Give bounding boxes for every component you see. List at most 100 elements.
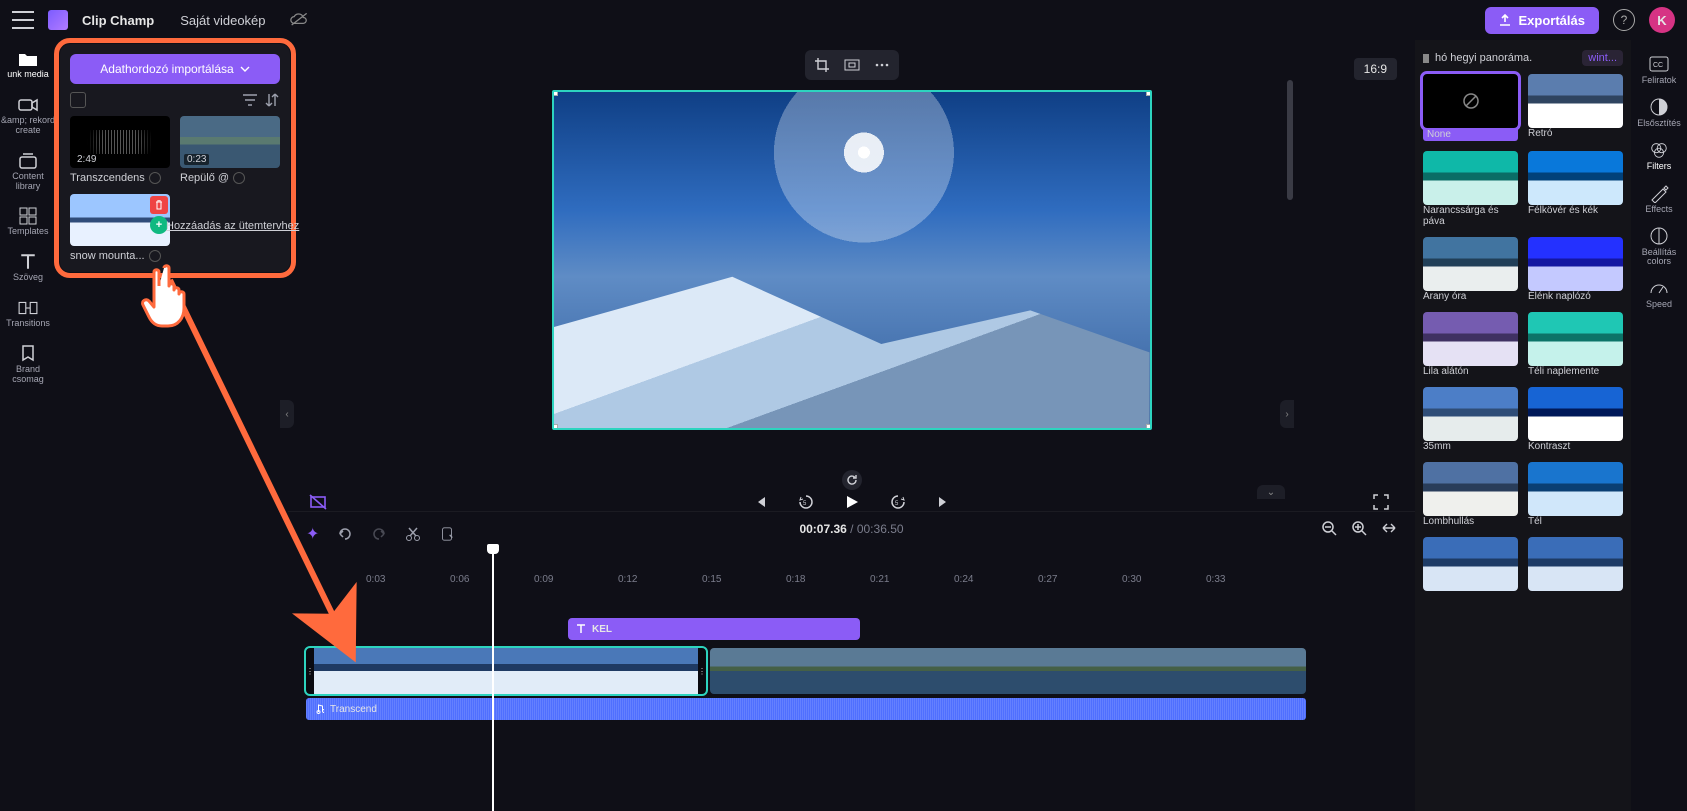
refresh-button[interactable] bbox=[842, 470, 862, 490]
clip-thumbnail[interactable]: 2:49 bbox=[70, 116, 170, 168]
filter-label: Retró bbox=[1528, 128, 1623, 139]
scrollbar-thumb[interactable] bbox=[1287, 80, 1293, 200]
filter-thumbnail bbox=[1528, 462, 1623, 516]
time-ruler[interactable]: 0:030:060:090:120:150:180:210:240:270:30… bbox=[306, 574, 1397, 594]
filter-thumbnail bbox=[1528, 237, 1623, 291]
music-note-icon bbox=[314, 704, 324, 714]
undo-button[interactable] bbox=[337, 526, 353, 542]
user-avatar[interactable]: K bbox=[1649, 7, 1675, 33]
brand-icon bbox=[18, 345, 38, 363]
filter-item[interactable]: Tél bbox=[1528, 462, 1623, 527]
audio-clip[interactable]: Transcend bbox=[306, 698, 1306, 720]
aspect-ratio-toggle[interactable]: 16:9 bbox=[1354, 58, 1397, 80]
zoom-out-button[interactable] bbox=[1321, 520, 1337, 536]
resize-handle[interactable] bbox=[552, 90, 558, 96]
transition-icon bbox=[18, 299, 38, 317]
nav-record[interactable]: &amp; rekord create bbox=[0, 92, 56, 140]
clip-thumbnail[interactable]: 0:23 bbox=[180, 116, 280, 168]
filter-item[interactable]: 35mm bbox=[1423, 387, 1518, 452]
nav-templates[interactable]: Templates bbox=[0, 203, 56, 241]
ai-sparkle-icon[interactable]: ✦ bbox=[306, 524, 319, 544]
collapse-media-panel[interactable]: ‹ bbox=[280, 400, 294, 428]
nav-library[interactable]: Content library bbox=[0, 148, 56, 196]
filter-icon[interactable] bbox=[242, 92, 258, 108]
select-all-checkbox[interactable] bbox=[70, 92, 86, 108]
left-toolbar: unk media &amp; rekord create Content li… bbox=[0, 40, 56, 811]
more-button[interactable] bbox=[869, 54, 895, 76]
filter-item[interactable]: Retró bbox=[1528, 74, 1623, 141]
ruler-tick: 0:24 bbox=[954, 574, 1038, 594]
clip-duration: 0:23 bbox=[184, 154, 209, 165]
media-clip[interactable]: +snow mounta... bbox=[70, 194, 170, 262]
media-clip[interactable]: 2:49Transzcendens bbox=[70, 116, 170, 184]
status-indicator bbox=[149, 250, 161, 262]
filter-item[interactable]: Élénk naplózó bbox=[1528, 237, 1623, 302]
clip-thumbnail[interactable]: + bbox=[70, 194, 170, 246]
clip-handle-right[interactable]: ⋮ bbox=[698, 648, 706, 694]
add-to-timeline-tooltip: Hozzáadás az ütemtervhez bbox=[166, 220, 299, 232]
tab-effects[interactable]: Effects bbox=[1631, 183, 1687, 214]
resize-handle[interactable] bbox=[1146, 90, 1152, 96]
filter-item[interactable] bbox=[1423, 537, 1518, 591]
filter-item[interactable]: Narancssárga és páva bbox=[1423, 151, 1518, 227]
nav-text[interactable]: Szöveg bbox=[0, 249, 56, 287]
filter-item[interactable] bbox=[1528, 537, 1623, 591]
export-button[interactable]: Exportálás bbox=[1485, 7, 1599, 34]
playhead[interactable] bbox=[492, 550, 494, 811]
filter-thumbnail bbox=[1423, 387, 1518, 441]
resize-handle[interactable] bbox=[1146, 424, 1152, 430]
filter-item[interactable]: Lombhullás bbox=[1423, 462, 1518, 527]
tab-adjust[interactable]: Beállítás colors bbox=[1631, 226, 1687, 266]
filter-thumbnail bbox=[1528, 537, 1623, 591]
nav-brand[interactable]: Brand csomag bbox=[0, 341, 56, 389]
filter-item[interactable]: Téli naplemente bbox=[1528, 312, 1623, 377]
text-clip[interactable]: KEL bbox=[568, 618, 860, 640]
ruler-tick: 0:33 bbox=[1206, 574, 1290, 594]
paste-button[interactable] bbox=[439, 526, 455, 542]
time-display: 00:07.36 / 00:36.50 bbox=[799, 522, 903, 536]
sort-icon[interactable] bbox=[264, 92, 280, 108]
tab-filters[interactable]: Filters bbox=[1631, 140, 1687, 171]
ruler-tick: 0:30 bbox=[1122, 574, 1206, 594]
clip-handle-left[interactable]: ⋮ bbox=[306, 648, 314, 694]
collapse-timeline[interactable]: ⌄ bbox=[1257, 485, 1285, 499]
import-media-button[interactable]: Adathordozó importálása bbox=[70, 54, 280, 84]
menu-icon[interactable] bbox=[12, 11, 34, 29]
nav-media[interactable]: unk media bbox=[0, 46, 56, 84]
filter-label: Tél bbox=[1528, 516, 1623, 527]
help-button[interactable]: ? bbox=[1613, 9, 1635, 31]
media-clip[interactable]: 0:23Repülő @ bbox=[180, 116, 280, 184]
filter-label: Kontraszt bbox=[1528, 441, 1623, 452]
cloud-off-icon bbox=[290, 13, 310, 27]
redo-button[interactable] bbox=[371, 526, 387, 542]
project-chip[interactable]: wint... bbox=[1582, 50, 1623, 66]
filter-item[interactable]: None bbox=[1423, 74, 1518, 141]
project-name[interactable]: Saját videokép bbox=[180, 13, 265, 28]
zoom-in-button[interactable] bbox=[1351, 520, 1367, 536]
status-indicator bbox=[149, 172, 161, 184]
crop-button[interactable] bbox=[809, 54, 835, 76]
tab-speed[interactable]: Speed bbox=[1631, 278, 1687, 309]
fit-button[interactable] bbox=[839, 54, 865, 76]
timeline: ✦ 00:07.36 / 00:36.50 0:030:060:090:120:… bbox=[288, 511, 1415, 811]
media-panel: Adathordozó importálása 2:49Transzcenden… bbox=[60, 44, 290, 272]
filter-thumbnail bbox=[1528, 74, 1623, 128]
video-clip-snow[interactable]: ⋮ ⋮ bbox=[306, 648, 706, 694]
filter-item[interactable]: Félkövér és kék bbox=[1528, 151, 1623, 227]
collapse-filters-panel[interactable]: › bbox=[1280, 400, 1294, 428]
split-button[interactable] bbox=[405, 526, 421, 542]
filter-item[interactable]: Lila alátón bbox=[1423, 312, 1518, 377]
nav-transitions[interactable]: Transitions bbox=[0, 295, 56, 333]
filter-label: None bbox=[1423, 128, 1518, 141]
filter-item[interactable]: Kontraszt bbox=[1528, 387, 1623, 452]
fit-timeline-button[interactable] bbox=[1381, 520, 1397, 536]
delete-icon[interactable] bbox=[150, 196, 168, 214]
ruler-tick: 0:09 bbox=[534, 574, 618, 594]
resize-handle[interactable] bbox=[552, 424, 558, 430]
tab-captions[interactable]: CC Feliratok bbox=[1631, 54, 1687, 85]
tab-fade[interactable]: Elsősztítés bbox=[1631, 97, 1687, 128]
filter-label: Lila alátón bbox=[1423, 366, 1518, 377]
filter-item[interactable]: Arany óra bbox=[1423, 237, 1518, 302]
video-preview[interactable] bbox=[552, 90, 1152, 430]
video-clip-lake[interactable] bbox=[710, 648, 1306, 694]
